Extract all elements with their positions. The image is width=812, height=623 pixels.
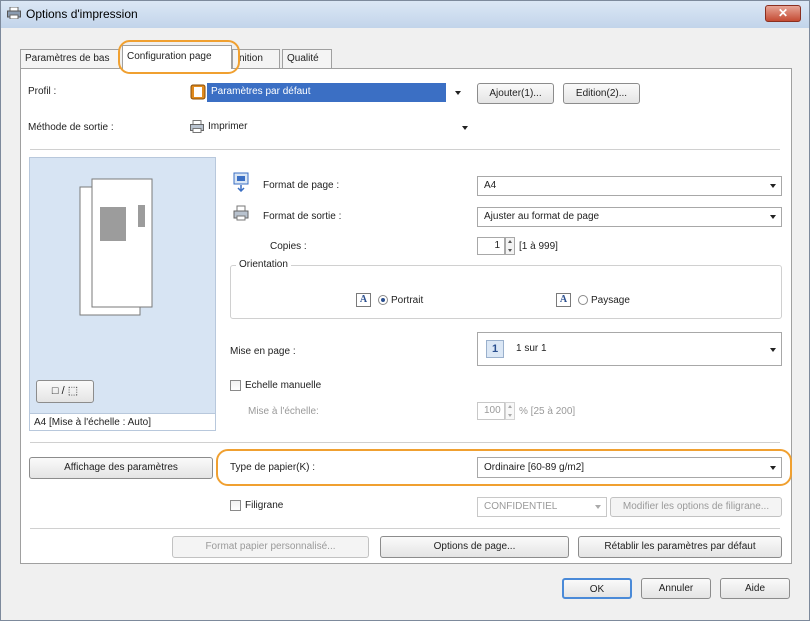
copies-range: [1 à 999] (519, 241, 558, 252)
copies-label: Copies : (270, 241, 307, 252)
chevron-down-icon (462, 126, 468, 130)
chevron-down-icon (770, 465, 776, 470)
scale-input[interactable]: 100 (477, 402, 505, 420)
paper-type-dropdown[interactable]: Ordinaire [60-89 g/m2] (477, 457, 782, 478)
edit-profile-button[interactable]: Edition(2)... (563, 83, 640, 104)
page-preview-icon (79, 178, 153, 316)
scale-spinner[interactable] (505, 402, 515, 420)
cancel-button[interactable]: Annuler (641, 578, 711, 599)
output-method-value: Imprimer (208, 121, 248, 132)
watermark-checkbox[interactable] (230, 500, 241, 511)
printer-icon (190, 120, 204, 133)
chevron-down-icon (595, 505, 601, 509)
tab-basic-settings[interactable]: Paramètres de bas (20, 49, 120, 68)
profile-label: Profil : (28, 86, 57, 97)
window-title: Options d'impression (26, 7, 138, 21)
restore-defaults-button[interactable]: Rétablir les paramètres par défaut (578, 536, 782, 558)
watermark-dropdown[interactable]: CONFIDENTIEL (477, 497, 607, 517)
profile-dropdown-arrow[interactable] (449, 83, 467, 102)
close-button[interactable]: ✕ (765, 5, 801, 22)
edit-watermark-button[interactable]: Modifier les options de filigrane... (610, 497, 782, 517)
orientation-legend: Orientation (236, 259, 291, 270)
copies-input[interactable]: 1 (477, 237, 505, 255)
landscape-radio[interactable] (578, 295, 588, 305)
printer-icon (233, 205, 249, 221)
add-profile-button[interactable]: Ajouter(1)... (477, 83, 554, 104)
watermark-label[interactable]: Filigrane (245, 500, 283, 511)
profile-dropdown[interactable]: Paramètres par défaut (207, 83, 446, 102)
page-size-dropdown[interactable]: A4 (477, 176, 782, 196)
layout-label: Mise en page : (230, 346, 296, 357)
printer-icon (7, 7, 21, 19)
divider (30, 528, 780, 529)
tab-quality[interactable]: Qualité (282, 49, 332, 68)
page-size-value: A4 (484, 180, 497, 191)
page-size-label: Format de page : (263, 180, 340, 191)
copies-spinner[interactable] (505, 237, 515, 255)
preview-caption: A4 [Mise à l'échelle : Auto] (29, 413, 216, 431)
output-method-dropdown[interactable]: Imprimer (208, 121, 468, 135)
portrait-label[interactable]: Portrait (391, 295, 423, 306)
portrait-icon: A (356, 293, 371, 307)
scale-range: % [25 à 200] (519, 406, 576, 417)
divider (30, 442, 780, 443)
landscape-label[interactable]: Paysage (591, 295, 630, 306)
display-settings-button[interactable]: Affichage des paramètres (29, 457, 213, 479)
divider (30, 149, 780, 150)
ok-button[interactable]: OK (562, 578, 632, 599)
custom-paper-size-button[interactable]: Format papier personnalisé... (172, 536, 369, 558)
profile-icon (190, 84, 206, 100)
output-size-dropdown[interactable]: Ajuster au format de page (477, 207, 782, 227)
watermark-value: CONFIDENTIEL (484, 501, 558, 512)
paper-type-label: Type de papier(K) : (230, 462, 316, 473)
output-size-label: Format de sortie : (263, 211, 342, 222)
preview-toggle-button[interactable]: □ / ⬚ (36, 380, 94, 403)
tab-page-setup[interactable]: Configuration page (122, 45, 232, 69)
manual-scaling-label[interactable]: Echelle manuelle (245, 380, 321, 391)
output-size-value: Ajuster au format de page (484, 211, 600, 222)
chevron-down-icon (455, 91, 461, 95)
page-options-button[interactable]: Options de page... (380, 536, 569, 558)
orientation-group (230, 265, 782, 319)
layout-value: 1 sur 1 (516, 343, 547, 354)
page-size-icon (233, 172, 249, 192)
help-button[interactable]: Aide (720, 578, 790, 599)
portrait-radio[interactable] (378, 295, 388, 305)
chevron-down-icon (770, 215, 776, 219)
scale-label: Mise à l'échelle: (248, 406, 319, 417)
landscape-icon: A (556, 293, 571, 307)
manual-scaling-checkbox[interactable] (230, 380, 241, 391)
layout-icon: 1 (486, 340, 504, 358)
paper-type-value: Ordinaire [60-89 g/m2] (484, 462, 585, 473)
tab-finishing[interactable]: nition (232, 49, 280, 68)
output-method-label: Méthode de sortie : (28, 122, 114, 133)
chevron-down-icon (770, 348, 776, 352)
chevron-down-icon (770, 184, 776, 188)
layout-dropdown[interactable]: 1 1 sur 1 (477, 332, 782, 366)
